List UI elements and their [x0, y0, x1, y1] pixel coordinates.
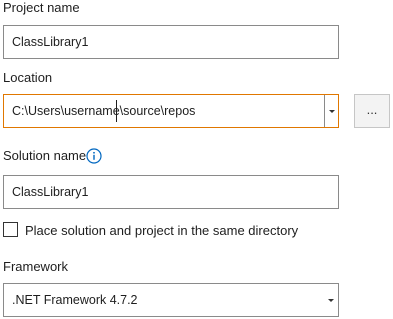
framework-select[interactable]: .NET Framework 4.7.2	[3, 283, 339, 317]
project-name-label: Project name	[3, 0, 80, 15]
framework-label: Framework	[3, 259, 69, 274]
location-combobox[interactable]: C:\Users\username\source\repos	[3, 94, 339, 128]
solution-name-value: ClassLibrary1	[12, 185, 89, 199]
location-dropdown-button[interactable]	[324, 95, 338, 127]
location-label: Location	[3, 70, 53, 85]
solution-name-label: Solution name	[3, 148, 87, 163]
project-name-input[interactable]: ClassLibrary1	[3, 25, 339, 59]
location-value: C:\Users\username\source\repos	[12, 104, 196, 118]
same-directory-label: Place solution and project in the same d…	[25, 223, 299, 238]
same-directory-checkbox[interactable]	[3, 222, 18, 237]
chevron-down-icon	[328, 299, 334, 302]
info-icon[interactable]	[86, 148, 102, 164]
chevron-down-icon	[329, 110, 335, 113]
solution-name-input[interactable]: ClassLibrary1	[3, 175, 339, 209]
project-name-value: ClassLibrary1	[12, 35, 89, 49]
browse-button[interactable]: ...	[354, 94, 390, 128]
framework-value: .NET Framework 4.7.2	[12, 293, 138, 307]
text-cursor	[116, 100, 117, 122]
